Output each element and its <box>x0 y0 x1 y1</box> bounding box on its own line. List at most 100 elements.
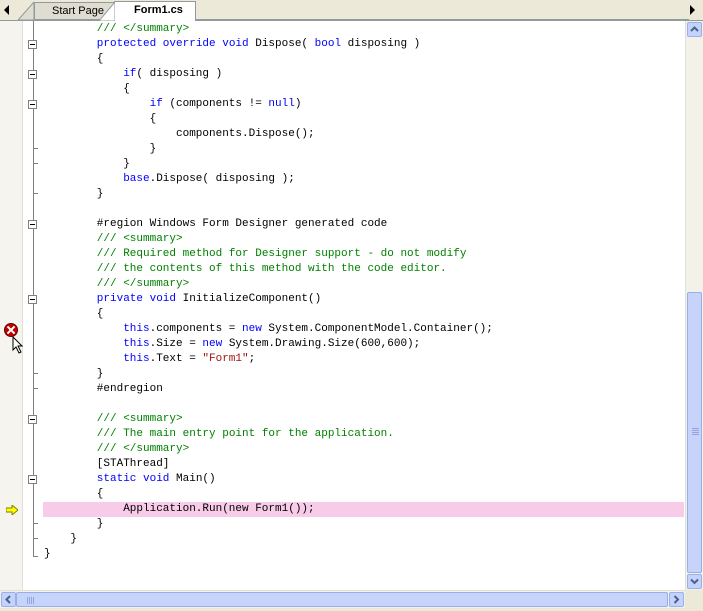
code-token: } <box>149 143 157 155</box>
code-token: /// <summary> <box>96 413 183 425</box>
code-token: "Form1" <box>202 353 249 365</box>
code-token: /// <summary> <box>96 233 183 245</box>
code-line: } <box>97 367 104 382</box>
code-token: #endregion <box>96 383 163 395</box>
scroll-grip <box>692 432 699 433</box>
code-line: /// <summary> <box>97 232 183 247</box>
chevron-down-icon <box>690 578 699 585</box>
code-line: { <box>123 82 130 97</box>
code-token: #region Windows Form Designer generated … <box>96 218 388 230</box>
code-token: System.Drawing.Size(600,600); <box>222 338 421 350</box>
horizontal-scrollbar[interactable] <box>0 590 685 608</box>
chevron-up-icon <box>690 26 699 32</box>
tab-form1-edge <box>99 1 115 21</box>
code-line: /// the contents of this method with the… <box>97 262 447 277</box>
code-line: /// </summary> <box>97 442 189 457</box>
code-line: { <box>97 487 104 502</box>
horizontal-scroll-thumb[interactable] <box>16 592 668 607</box>
code-token: } <box>44 548 51 560</box>
code-line: #endregion <box>97 382 163 397</box>
code-token: { <box>96 488 104 500</box>
code-token: /// The main entry point for the applica… <box>96 428 394 440</box>
code-token: /// the contents of this method with the… <box>96 263 447 275</box>
tab-form1-cs[interactable]: Form1.cs <box>114 1 196 21</box>
code-token: private void <box>96 293 177 305</box>
tab-strip: Start Page Form1.cs <box>0 0 703 21</box>
scroll-grip <box>692 428 699 429</box>
tab-start-page-label: Start Page <box>52 5 104 17</box>
vertical-scroll-thumb[interactable] <box>687 292 702 573</box>
code-line: Application.Run(new Form1()); <box>123 502 314 517</box>
code-token: ; <box>248 353 256 365</box>
code-token: Application.Run(new Form1()); <box>123 503 315 515</box>
code-token: components.Dispose(); <box>176 128 315 140</box>
code-token: } <box>96 188 104 200</box>
code-token: { <box>149 113 157 125</box>
code-line: /// </summary> <box>97 277 189 292</box>
tab-scroll-right-icon[interactable] <box>690 5 695 15</box>
code-token: /// </summary> <box>96 278 190 290</box>
code-line: components.Dispose(); <box>176 127 315 142</box>
code-token: } <box>70 533 77 545</box>
code-token: } <box>123 158 130 170</box>
tab-start-page-edge <box>18 1 34 21</box>
code-text-area[interactable]: /// </summary> protected override void Di… <box>0 21 684 591</box>
code-line: [STAThread] <box>97 457 170 472</box>
scroll-right-button[interactable] <box>669 592 684 607</box>
code-token: Dispose( <box>248 38 315 50</box>
chevron-left-icon <box>5 595 11 604</box>
code-line: { <box>97 307 104 322</box>
scroll-left-button[interactable] <box>1 592 16 607</box>
scroll-grip <box>33 597 34 604</box>
code-token: /// </summary> <box>96 23 190 35</box>
code-token: System.ComponentModel.Container(); <box>261 323 493 335</box>
code-line: } <box>44 547 51 562</box>
code-token: InitializeComponent() <box>176 293 322 305</box>
code-line: this.Size = new System.Drawing.Size(600,… <box>123 337 420 352</box>
code-token: bool <box>314 38 342 50</box>
code-token: new <box>202 338 223 350</box>
code-line: /// Required method for Designer support… <box>97 247 467 262</box>
code-line: this.Text = "Form1"; <box>123 352 255 367</box>
chevron-right-icon <box>673 595 680 604</box>
code-token: protected override void <box>96 38 249 50</box>
code-token: null <box>268 98 295 110</box>
code-line: } <box>123 157 130 172</box>
code-token: .components = <box>149 323 243 335</box>
code-token: } <box>96 368 104 380</box>
code-token: base <box>123 173 150 185</box>
code-token: if <box>149 98 163 110</box>
code-token: { <box>96 308 104 320</box>
scroll-down-button[interactable] <box>687 574 702 589</box>
code-line: this.components = new System.ComponentMo… <box>123 322 493 337</box>
code-editor[interactable]: /// </summary> protected override void Di… <box>0 20 703 591</box>
code-token: this <box>123 323 150 335</box>
vertical-scrollbar[interactable] <box>685 21 703 591</box>
code-token: { <box>123 83 130 95</box>
code-token: } <box>96 518 104 530</box>
code-line: #region Windows Form Designer generated … <box>97 217 387 232</box>
tab-form1-cs-label: Form1.cs <box>134 4 183 16</box>
scroll-up-button[interactable] <box>687 22 702 37</box>
code-token: [STAThread] <box>96 458 170 470</box>
code-token: { <box>96 53 104 65</box>
scrollbar-corner <box>685 590 703 607</box>
code-line: base.Dispose( disposing ); <box>123 172 295 187</box>
scroll-grip <box>27 597 28 604</box>
code-token: ( disposing ) <box>136 68 223 80</box>
scroll-grip <box>692 430 699 431</box>
scroll-grip <box>692 434 699 435</box>
code-token: this <box>123 338 150 350</box>
code-line: if( disposing ) <box>123 67 222 82</box>
tab-scroll-left-icon[interactable] <box>4 5 9 15</box>
code-line: /// <summary> <box>97 412 183 427</box>
scroll-grip <box>29 597 30 604</box>
code-token: this <box>123 353 150 365</box>
code-token: static void <box>96 473 170 485</box>
code-token: new <box>242 323 262 335</box>
code-token: /// Required method for Designer support… <box>96 248 467 260</box>
code-line: } <box>97 187 104 202</box>
code-token: Main() <box>169 473 216 485</box>
code-token: (components != <box>162 98 269 110</box>
code-token: .Size = <box>149 338 203 350</box>
